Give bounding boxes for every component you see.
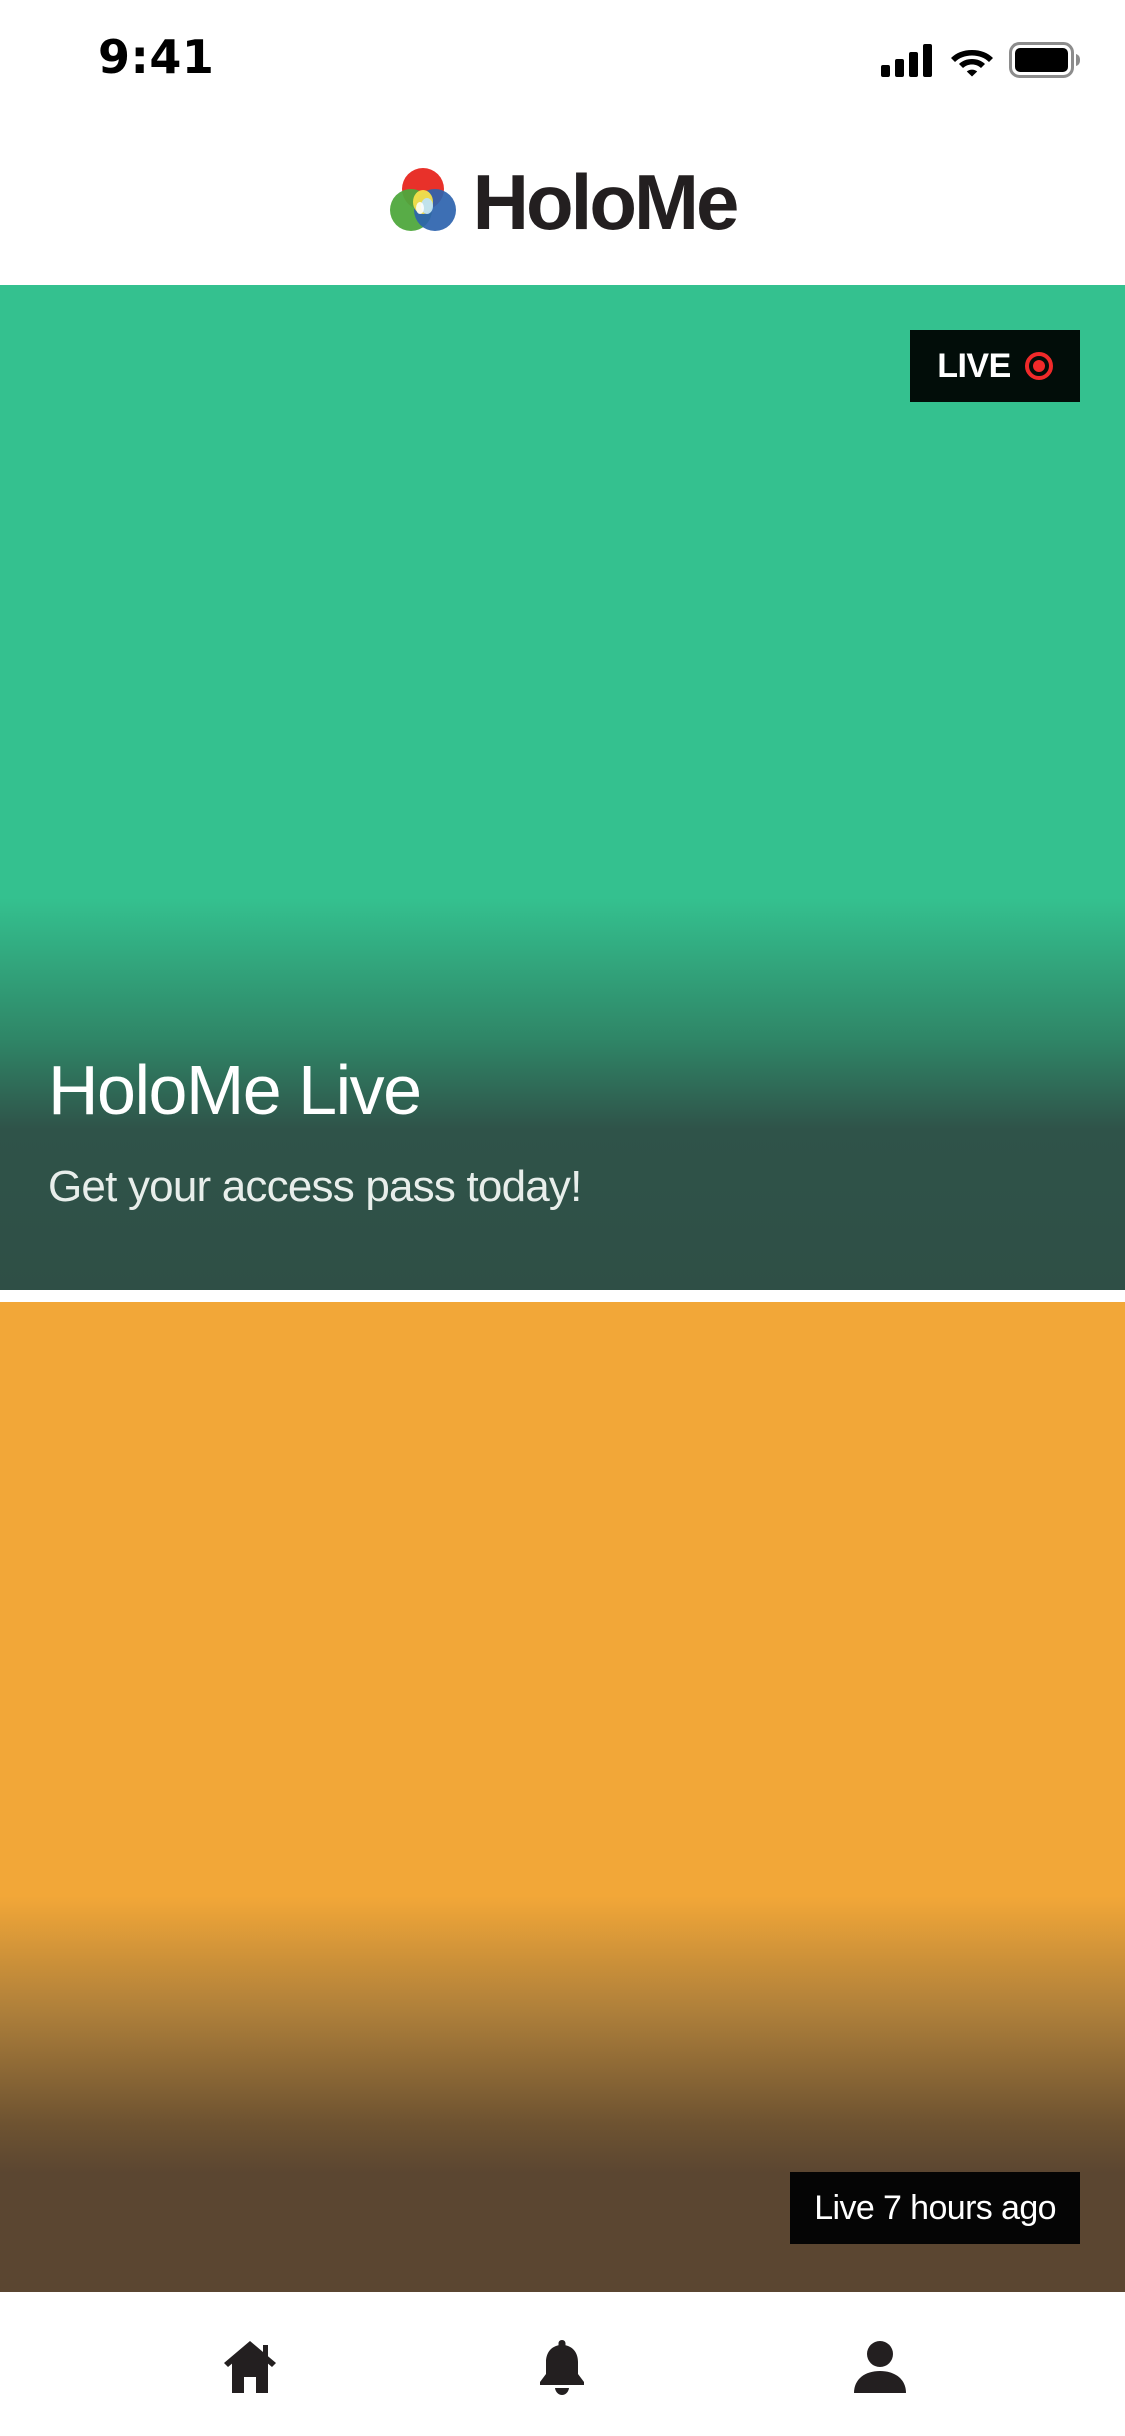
cellular-signal-icon: [881, 43, 935, 77]
status-bar: 9:41: [0, 0, 1125, 120]
wifi-icon: [949, 43, 995, 77]
feed-card-past-live[interactable]: Live 7 hours ago: [0, 1302, 1125, 2292]
tab-profile[interactable]: [840, 2334, 920, 2404]
holome-logo-icon: [389, 166, 457, 239]
live-ago-badge: Live 7 hours ago: [790, 2172, 1080, 2244]
tab-home[interactable]: [210, 2334, 290, 2404]
live-badge-label: LIVE: [937, 346, 1011, 385]
brand-name: HoloMe: [472, 158, 740, 246]
status-time: 9:41: [98, 30, 215, 84]
battery-icon: [1009, 42, 1081, 78]
card-subtitle: Get your access pass today!: [48, 1162, 582, 1211]
card-title: HoloMe Live: [48, 1051, 422, 1129]
person-icon: [852, 2339, 908, 2400]
tab-bar: [0, 2292, 1125, 2436]
status-icons: [881, 38, 1081, 82]
bell-icon: [537, 2338, 587, 2401]
feed-card-live[interactable]: LIVE HoloMe Live Get your access pass to…: [0, 285, 1125, 1290]
brand[interactable]: HoloMe: [389, 158, 740, 246]
tab-notifications[interactable]: [522, 2334, 602, 2404]
record-dot-icon: [1024, 352, 1053, 380]
app-header: HoloMe: [0, 120, 1125, 284]
live-badge: LIVE: [910, 330, 1080, 402]
home-icon: [223, 2339, 277, 2400]
